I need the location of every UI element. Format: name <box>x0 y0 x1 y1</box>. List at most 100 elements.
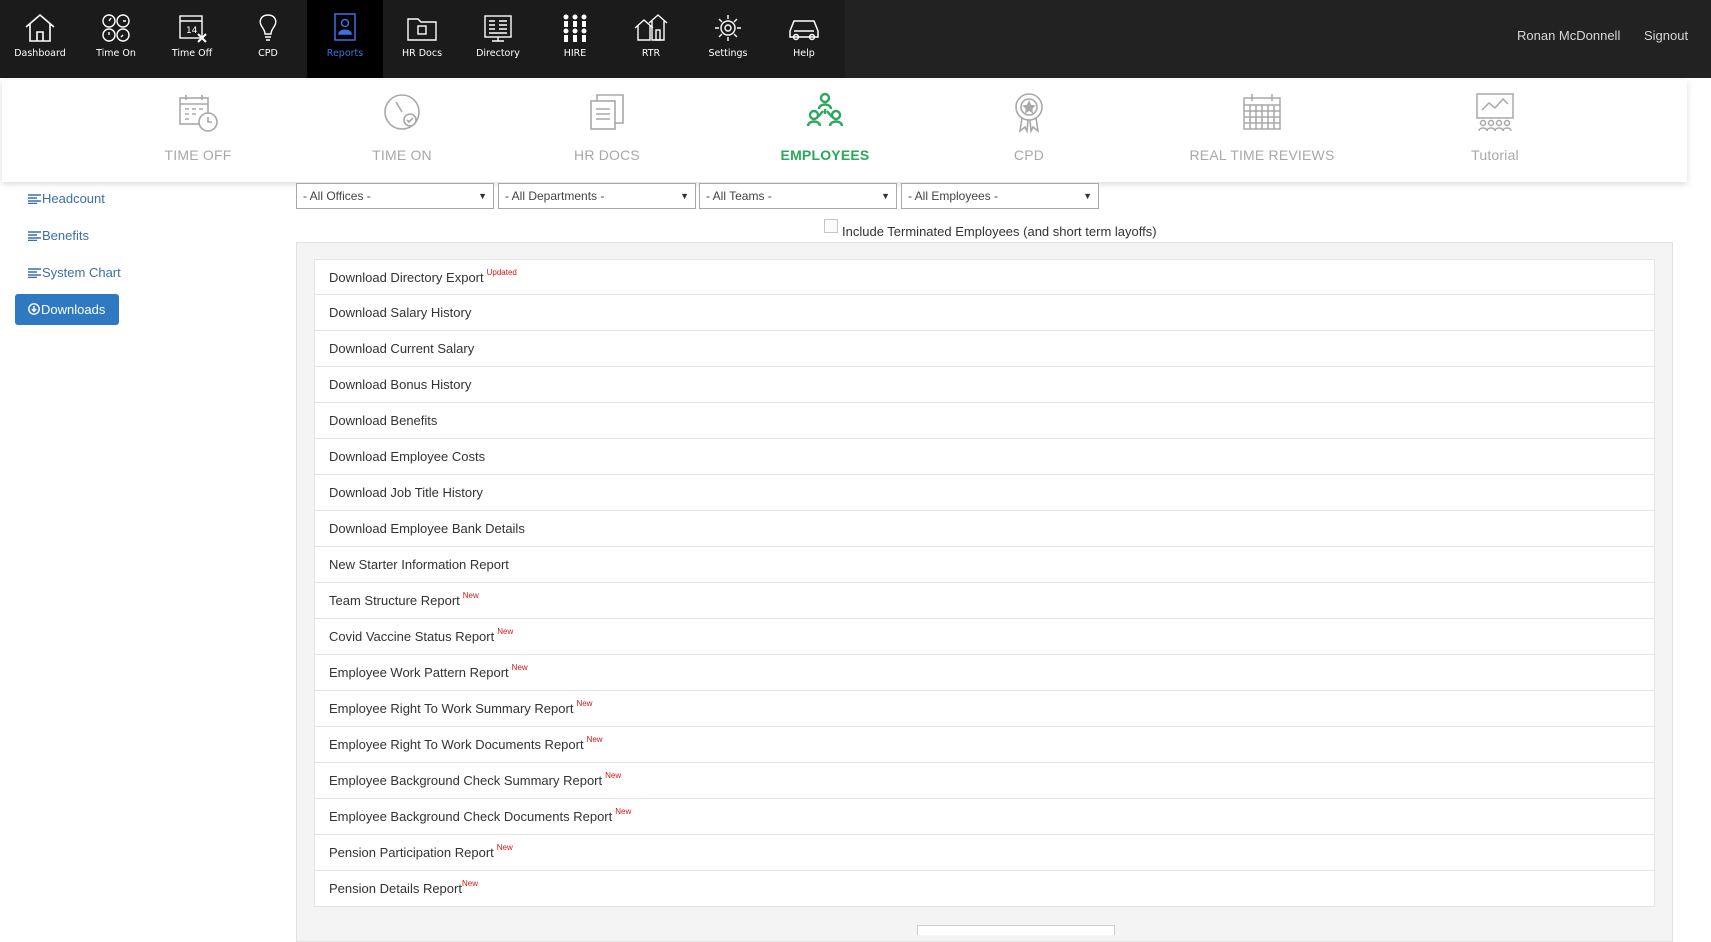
nav-label: HIRE <box>563 48 587 59</box>
subnav-time-off[interactable]: TIME OFF <box>138 80 258 180</box>
documents-icon <box>590 94 624 130</box>
download-row[interactable]: Employee Right To Work Documents Report N… <box>314 727 1655 763</box>
sidebar-item-label: Headcount <box>42 191 105 206</box>
download-row-label: Download Salary History <box>329 305 472 320</box>
nav-label: Time Off <box>171 48 213 59</box>
download-row[interactable]: Pension Details ReportNew <box>314 871 1655 907</box>
top-navbar: Dashboard Time On 14 Time Off CPD Report… <box>0 0 1711 78</box>
new-badge: New <box>496 843 513 852</box>
sub-navbar: TIME OFF TIME ON HR DOCS EMPLOYEES CPD R… <box>2 80 1687 182</box>
download-row-label: Download Current Salary <box>329 341 475 356</box>
teams-select[interactable]: - All Teams - ▼ <box>699 183 897 209</box>
calendar-clock-icon <box>179 95 218 132</box>
download-row-label: Covid Vaccine Status Report <box>329 629 495 644</box>
people-grid-icon <box>563 14 587 42</box>
list-icon <box>28 268 41 278</box>
nav-reports[interactable]: Reports <box>307 0 383 78</box>
download-row[interactable]: Team Structure Report New <box>314 583 1655 619</box>
nav-dashboard[interactable]: Dashboard <box>2 0 78 78</box>
download-row[interactable]: Download Directory Export Updated <box>314 259 1655 295</box>
sidebar-item-label: System Chart <box>42 265 121 280</box>
nav-hr-docs[interactable]: HR Docs <box>384 0 460 78</box>
gear-icon <box>715 15 741 41</box>
nav-time-on[interactable]: Time On <box>78 0 154 78</box>
subnav-cpd[interactable]: CPD <box>969 80 1089 180</box>
new-badge: New <box>615 807 632 816</box>
nav-settings[interactable]: Settings <box>690 0 766 78</box>
stopwatch-icon <box>384 94 420 130</box>
download-row-label: Employee Right To Work Documents Report <box>329 737 584 752</box>
download-row[interactable]: Download Current Salary <box>314 331 1655 367</box>
houses-icon <box>634 14 668 41</box>
subnav-label: EMPLOYEES <box>780 147 870 163</box>
subnav-label: TIME OFF <box>164 147 232 163</box>
subnav-label: CPD <box>1013 147 1045 163</box>
download-row-label: Download Employee Bank Details <box>329 521 525 536</box>
new-badge: New <box>462 591 479 600</box>
subnav-employees[interactable]: EMPLOYEES <box>765 80 885 180</box>
bottom-control[interactable] <box>917 925 1115 935</box>
nav-directory[interactable]: Directory <box>460 0 536 78</box>
download-row-label: Download Employee Costs <box>329 449 486 464</box>
download-row-label: Employee Background Check Documents Repo… <box>329 809 613 824</box>
include-terminated-checkbox[interactable] <box>824 219 838 233</box>
folder-icon <box>407 18 437 41</box>
signout-link[interactable]: Signout <box>1644 28 1688 43</box>
download-row[interactable]: Download Benefits <box>314 403 1655 439</box>
download-row-label: Download Benefits <box>329 413 438 428</box>
download-row-label: Download Bonus History <box>329 377 472 392</box>
employees-select[interactable]: - All Employees - ▼ <box>901 183 1099 209</box>
download-row[interactable]: Download Employee Costs <box>314 439 1655 475</box>
sidebar-item-system-chart[interactable]: System Chart <box>28 265 121 280</box>
download-row[interactable]: Pension Participation Report New <box>314 835 1655 871</box>
subnav-label: Tutorial <box>1471 147 1519 163</box>
directory-icon <box>484 15 512 42</box>
subnav-tutorial[interactable]: Tutorial <box>1435 80 1555 180</box>
subnav-hr-docs[interactable]: HR DOCS <box>547 80 667 180</box>
departments-select[interactable]: - All Departments - ▼ <box>498 183 696 209</box>
download-row[interactable]: Download Job Title History <box>314 475 1655 511</box>
download-row[interactable]: Download Salary History <box>314 295 1655 331</box>
nav-label: Directory <box>476 48 520 59</box>
clocks-icon <box>102 14 130 42</box>
updated-badge: Updated <box>486 268 517 277</box>
chevron-down-icon: ▼ <box>1083 191 1092 201</box>
offices-select[interactable]: - All Offices - ▼ <box>296 183 494 209</box>
download-row[interactable]: Download Bonus History <box>314 367 1655 403</box>
offices-select-value: - All Offices - <box>303 189 371 203</box>
download-row-label: Employee Background Check Summary Report <box>329 773 603 788</box>
departments-select-value: - All Departments - <box>505 189 605 203</box>
download-row[interactable]: Employee Background Check Documents Repo… <box>314 799 1655 835</box>
subnav-time-on[interactable]: TIME ON <box>342 80 462 180</box>
download-row[interactable]: Employee Right To Work Summary Report New <box>314 691 1655 727</box>
new-badge: New <box>576 699 593 708</box>
new-badge: New <box>497 627 514 636</box>
new-badge: New <box>461 879 478 888</box>
nav-label: Reports <box>326 48 364 59</box>
sidebar-item-headcount[interactable]: Headcount <box>28 191 105 206</box>
svg-text:14: 14 <box>186 26 198 36</box>
lightbulb-icon <box>259 14 277 41</box>
nav-hire[interactable]: HIRE <box>537 0 613 78</box>
download-row[interactable]: Covid Vaccine Status Report New <box>314 619 1655 655</box>
user-name[interactable]: Ronan McDonnell <box>1517 28 1620 43</box>
calendar-grid-icon <box>1243 94 1281 130</box>
download-row-label: New Starter Information Report <box>329 557 509 572</box>
subnav-label: REAL TIME REVIEWS <box>1189 147 1335 163</box>
download-row[interactable]: Employee Work Pattern Report New <box>314 655 1655 691</box>
download-row[interactable]: Download Employee Bank Details <box>314 511 1655 547</box>
chevron-down-icon: ▼ <box>680 191 689 201</box>
subnav-label: HR DOCS <box>574 147 640 163</box>
nav-time-off[interactable]: 14 Time Off <box>154 0 230 78</box>
calendar-x-icon: 14 <box>179 15 207 43</box>
subnav-real-time-reviews[interactable]: REAL TIME REVIEWS <box>1167 80 1357 180</box>
nav-rtr[interactable]: RTR <box>613 0 689 78</box>
list-icon <box>28 194 41 204</box>
sidebar-item-benefits[interactable]: Benefits <box>28 228 89 243</box>
nav-cpd[interactable]: CPD <box>230 0 306 78</box>
download-row[interactable]: Employee Background Check Summary Report… <box>314 763 1655 799</box>
nav-help[interactable]: Help <box>766 0 842 78</box>
downloads-button[interactable]: Downloads <box>15 294 119 325</box>
download-row[interactable]: New Starter Information Report <box>314 547 1655 583</box>
nav-label: CPD <box>258 48 278 59</box>
